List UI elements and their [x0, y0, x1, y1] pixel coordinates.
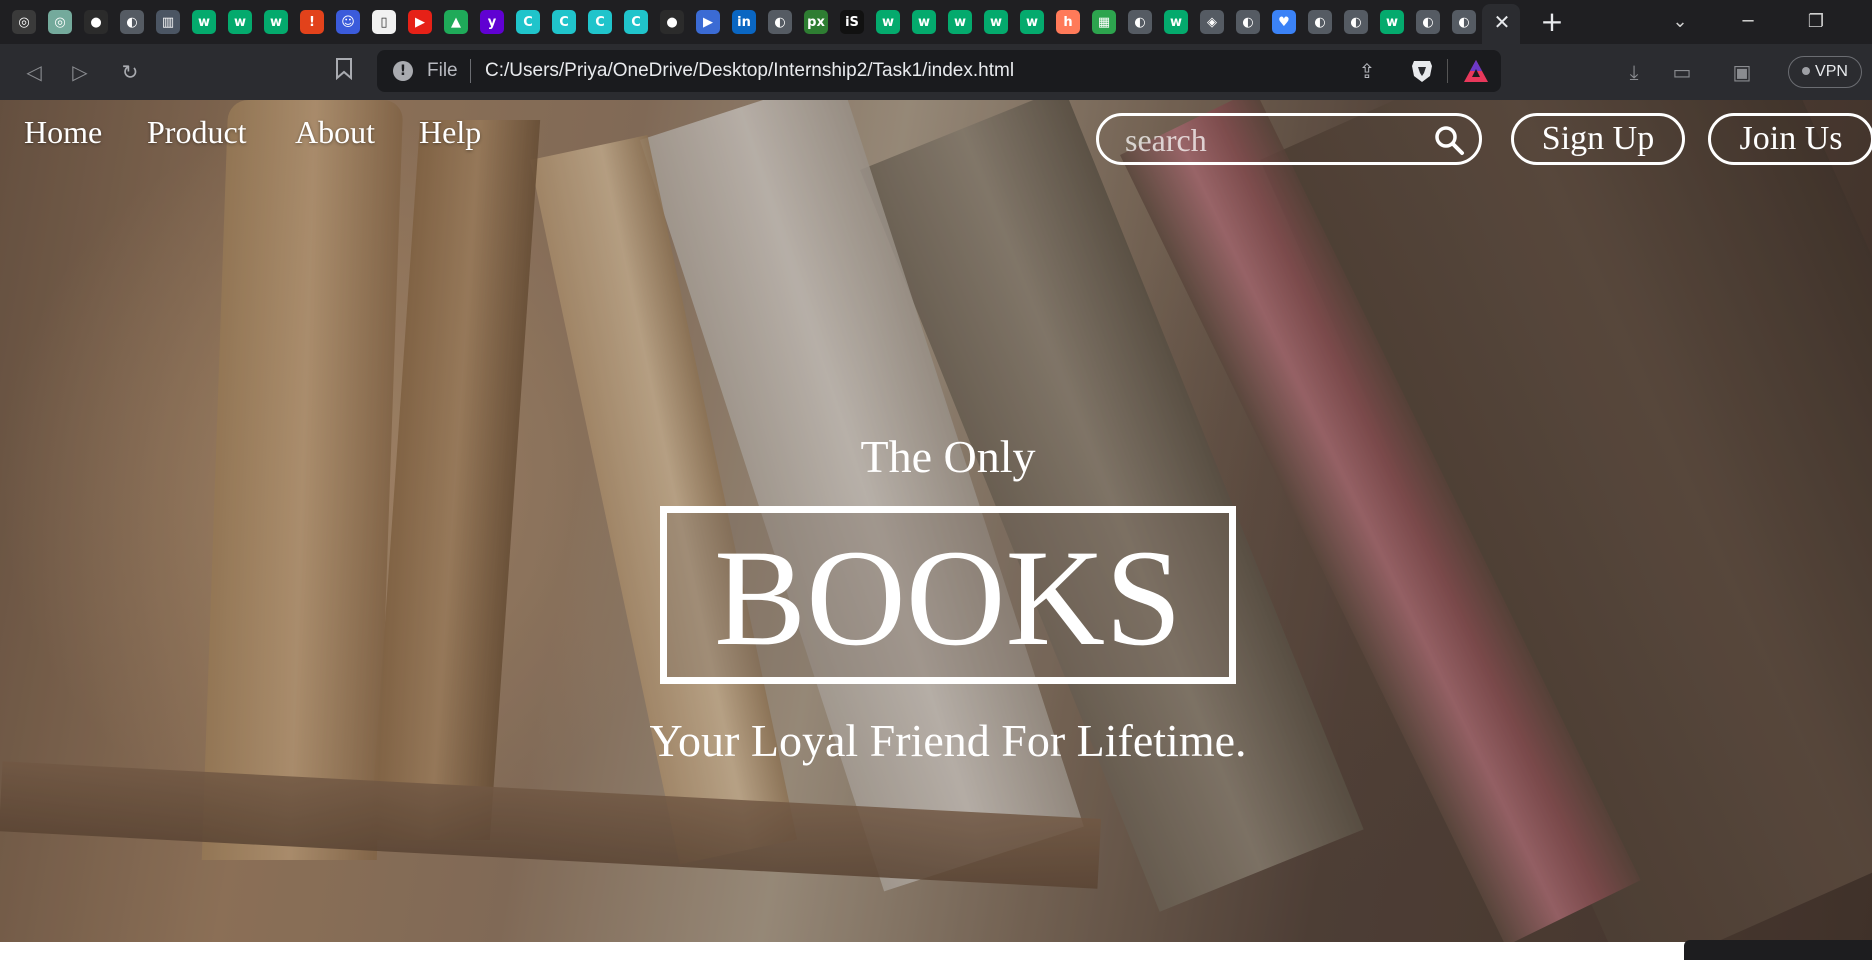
reload-button[interactable]: ↻	[116, 58, 144, 86]
canva-icon[interactable]: C	[624, 10, 648, 34]
vpn-button[interactable]: VPN	[1788, 56, 1862, 88]
page-viewport: Home Product About Help Sign Up Join Us …	[0, 100, 1872, 942]
smiley-icon[interactable]: ☺	[336, 10, 360, 34]
tab-strip: ◎ ◎ ● ◐ ▥ w w w! ☺ ▯ ▶ ▲ y C C C C ● ▶ in ◐ px iS w w w w w h ▦ ◐ w ◈ ◐ ♥ ◐…	[0, 0, 1872, 44]
canva-icon[interactable]: C	[552, 10, 576, 34]
new-tab-button[interactable]: +	[1538, 8, 1566, 36]
vpn-status-icon	[1802, 67, 1811, 75]
sidebar-icon[interactable]: ▭	[1668, 58, 1696, 86]
taskbar-tooltip	[1684, 940, 1872, 960]
openai-icon[interactable]: ◎	[12, 10, 36, 34]
bookmark-icon[interactable]	[330, 58, 358, 86]
nav-help-link[interactable]: Help	[419, 114, 481, 151]
back-button[interactable]: ◁	[20, 58, 48, 86]
globe-icon[interactable]: ◐	[1236, 10, 1260, 34]
heart-icon[interactable]: ♥	[1272, 10, 1296, 34]
canva-icon[interactable]: C	[516, 10, 540, 34]
w3schools-icon[interactable]: w	[264, 10, 288, 34]
alert-icon[interactable]: !	[300, 10, 324, 34]
yahoo-icon[interactable]: y	[480, 10, 504, 34]
close-tab-icon[interactable]: ✕	[1491, 10, 1513, 34]
document-icon[interactable]: ▯	[372, 10, 396, 34]
brave-rewards-icon[interactable]	[1462, 58, 1490, 84]
w3schools-icon[interactable]: w	[912, 10, 936, 34]
tab-search-chevron-icon[interactable]: ⌄	[1660, 8, 1700, 36]
address-bar[interactable]: ! File C:/Users/Priya/OneDrive/Desktop/I…	[377, 50, 1501, 92]
forward-button[interactable]: ▷	[66, 58, 94, 86]
search-box	[1096, 113, 1482, 165]
w3schools-icon[interactable]: w	[948, 10, 972, 34]
pixel-icon[interactable]: px	[804, 10, 828, 34]
vpn-label: VPN	[1815, 63, 1848, 80]
page-bottom-strip	[0, 942, 1872, 960]
grid-icon[interactable]: ▦	[1092, 10, 1116, 34]
canva-icon[interactable]: C	[588, 10, 612, 34]
github-icon[interactable]: ●	[84, 10, 108, 34]
video-icon[interactable]: ▶	[696, 10, 720, 34]
share-icon[interactable]: ⇪	[1354, 58, 1380, 84]
book-icon[interactable]: ▥	[156, 10, 180, 34]
w3schools-icon[interactable]: w	[1020, 10, 1044, 34]
w3schools-icon[interactable]: w	[1380, 10, 1404, 34]
url-scheme-label: File	[427, 60, 458, 81]
hero-tagline: Your Loyal Friend For Lifetime.	[649, 715, 1247, 766]
url-divider	[470, 59, 471, 83]
globe-icon[interactable]: ◐	[1308, 10, 1332, 34]
globe-icon[interactable]: ◐	[768, 10, 792, 34]
w3schools-icon[interactable]: w	[984, 10, 1008, 34]
search-input[interactable]	[1123, 122, 1427, 158]
w3schools-icon[interactable]: w	[228, 10, 252, 34]
nav-home-link[interactable]: Home	[24, 114, 102, 151]
hero-title-box: BOOKS	[660, 506, 1236, 684]
site-info-icon[interactable]: !	[393, 61, 413, 81]
url-separator	[1447, 59, 1448, 83]
url-text[interactable]: C:/Users/Priya/OneDrive/Desktop/Internsh…	[485, 60, 1014, 82]
nav-about-link[interactable]: About	[295, 114, 375, 151]
sign-up-button[interactable]: Sign Up	[1511, 113, 1685, 165]
globe-icon[interactable]: ◐	[120, 10, 144, 34]
restore-button[interactable]: ❐	[1796, 8, 1836, 36]
globe-icon[interactable]: ◐	[1344, 10, 1368, 34]
w3schools-icon[interactable]: w	[1164, 10, 1188, 34]
is-icon[interactable]: iS	[840, 10, 864, 34]
nav-product-link[interactable]: Product	[147, 114, 247, 151]
layers-icon[interactable]: ◈	[1200, 10, 1224, 34]
globe-icon[interactable]: ◐	[1452, 10, 1476, 34]
youtube-icon[interactable]: ▶	[408, 10, 432, 34]
download-icon[interactable]: ⤓	[1620, 58, 1648, 86]
globe-icon[interactable]: ◐	[1128, 10, 1152, 34]
globe-icon[interactable]: ◐	[1416, 10, 1440, 34]
hero-subtitle: The Only	[860, 431, 1036, 482]
wallet-icon[interactable]: ▣	[1728, 58, 1756, 86]
brave-shield-icon[interactable]	[1410, 58, 1434, 84]
chatgpt-icon[interactable]: ◎	[48, 10, 72, 34]
w3schools-icon[interactable]: w	[192, 10, 216, 34]
hero-title: BOOKS	[714, 521, 1182, 674]
hubspot-icon[interactable]: h	[1056, 10, 1080, 34]
drive-icon[interactable]: ▲	[444, 10, 468, 34]
join-us-button[interactable]: Join Us	[1708, 113, 1872, 165]
github-icon[interactable]: ●	[660, 10, 684, 34]
minimize-button[interactable]: ─	[1728, 8, 1768, 36]
search-icon[interactable]	[1433, 124, 1465, 156]
w3schools-icon[interactable]: w	[876, 10, 900, 34]
browser-toolbar: ◁ ▷ ↻ ! File C:/Users/Priya/OneDrive/Des…	[0, 44, 1872, 100]
linkedin-icon[interactable]: in	[732, 10, 756, 34]
